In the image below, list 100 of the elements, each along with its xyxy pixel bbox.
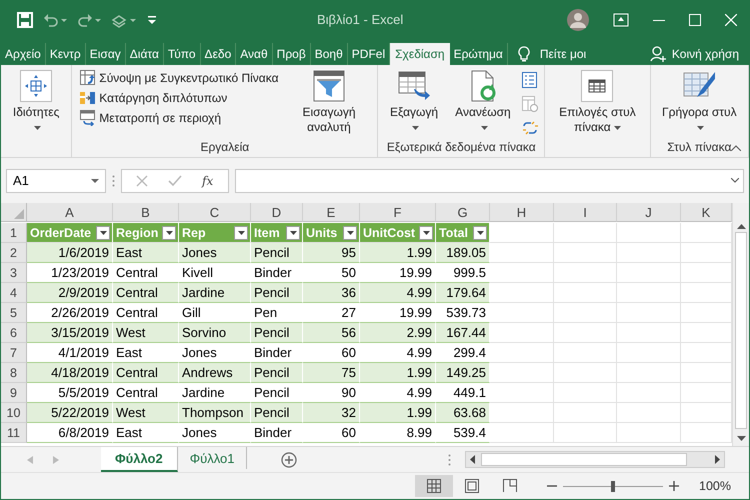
column-header[interactable]: J (617, 203, 681, 222)
grid-cell[interactable] (490, 243, 554, 263)
ribbon-button[interactable]: Εισαγωγή αναλυτή (286, 68, 372, 140)
grid-cell[interactable] (554, 283, 617, 303)
grid-cell[interactable] (554, 343, 617, 363)
ribbon-button[interactable]: Γρήγορα στυλ (656, 68, 742, 140)
ribbon-button[interactable]: Ιδιότητες (7, 68, 66, 140)
maximize-icon[interactable] (689, 14, 701, 26)
row-header[interactable]: 11 (1, 423, 27, 443)
zoom-slider[interactable] (611, 480, 616, 492)
add-sheet-icon[interactable] (281, 452, 298, 468)
row-header[interactable]: 3 (1, 263, 27, 283)
sheet-tab[interactable]: Φύλλο1 (178, 447, 248, 469)
filter-button[interactable] (286, 226, 300, 240)
scrollbar-thumb[interactable] (481, 453, 687, 466)
grid-cell[interactable] (617, 363, 681, 383)
row-header[interactable]: 7 (1, 343, 27, 363)
filter-button[interactable] (473, 226, 487, 240)
grid-cell[interactable] (554, 243, 617, 263)
grid-cell[interactable] (617, 403, 681, 423)
grid-cell[interactable] (554, 403, 617, 423)
column-header[interactable]: I (554, 203, 617, 222)
grid-cell[interactable] (617, 303, 681, 323)
close-icon[interactable] (725, 14, 737, 26)
redo-icon[interactable] (77, 12, 101, 26)
grid-cell[interactable] (554, 263, 617, 283)
ribbon-button[interactable]: Επιλογές στυλ πίνακα (551, 68, 644, 140)
row-header[interactable]: 5 (1, 303, 27, 323)
grid-cell[interactable] (617, 383, 681, 403)
grid-cell[interactable] (554, 423, 617, 443)
column-header[interactable]: E (303, 203, 360, 222)
grid-cell[interactable] (490, 323, 554, 343)
column-header[interactable]: G (436, 203, 490, 222)
ribbon-button[interactable]: Εξαγωγή (384, 68, 444, 140)
formula-input[interactable] (235, 168, 744, 192)
ribbon-display-icon[interactable] (613, 12, 629, 26)
grid-cell[interactable] (617, 243, 681, 263)
previous-sheet-icon[interactable] (27, 456, 33, 464)
customize-icon[interactable] (147, 14, 157, 24)
column-header[interactable]: A (27, 203, 113, 222)
filter-button[interactable] (96, 226, 110, 240)
expand-icon[interactable] (731, 178, 739, 183)
share-button[interactable]: Κοινή χρήση (672, 47, 739, 61)
grid-cell[interactable] (617, 223, 681, 243)
filter-button[interactable] (343, 226, 357, 240)
grid-cell[interactable] (617, 343, 681, 363)
scrollbar-thumb[interactable] (735, 232, 747, 429)
ribbon-tab[interactable]: Σχεδίαση (390, 43, 450, 65)
scroll-down-icon[interactable] (736, 435, 746, 443)
grid-cell[interactable] (490, 383, 554, 403)
sheet-tab[interactable]: Φύλλο2 (101, 447, 178, 472)
ribbon-button[interactable]: Μετατροπή σε περιοχή (78, 110, 281, 126)
scroll-up-icon[interactable] (736, 222, 746, 230)
grid-cell[interactable] (617, 263, 681, 283)
grid-cell[interactable] (554, 363, 617, 383)
zoom-in-icon[interactable] (669, 481, 680, 491)
page-break-icon[interactable] (503, 479, 518, 493)
avatar-icon[interactable] (567, 8, 589, 30)
grid-cell[interactable] (490, 283, 554, 303)
grid-cell[interactable] (554, 383, 617, 403)
insert-function-button[interactable]: fx (202, 174, 214, 188)
select-all-icon[interactable] (14, 209, 24, 219)
grid-cell[interactable] (490, 263, 554, 283)
row-header[interactable]: 8 (1, 363, 27, 383)
row-header[interactable]: 10 (1, 403, 27, 423)
ribbon-button[interactable]: Κατάργηση διπλότυπων (78, 90, 281, 106)
row-header[interactable]: 4 (1, 283, 27, 303)
table-globe-icon[interactable] (522, 96, 538, 112)
grid-cell[interactable] (554, 223, 617, 243)
page-layout-icon[interactable] (465, 479, 480, 493)
filter-button[interactable] (419, 226, 433, 240)
undo-icon[interactable] (43, 12, 67, 26)
column-header[interactable]: K (681, 203, 732, 222)
column-header[interactable]: H (490, 203, 554, 222)
grid-cell[interactable] (490, 303, 554, 323)
column-header[interactable]: C (179, 203, 251, 222)
name-box[interactable]: A1 (6, 168, 106, 192)
grid-cell[interactable] (490, 363, 554, 383)
row-header[interactable]: 1 (1, 223, 27, 243)
next-sheet-icon[interactable] (53, 456, 59, 464)
cancel-icon[interactable] (136, 174, 148, 186)
grid-cell[interactable] (490, 403, 554, 423)
grid-cell[interactable] (617, 283, 681, 303)
filter-button[interactable] (234, 226, 248, 240)
column-header[interactable]: D (251, 203, 303, 222)
grid-cell[interactable] (490, 343, 554, 363)
add-person-icon[interactable] (650, 46, 666, 62)
grid-cell[interactable] (490, 423, 554, 443)
zoom-level[interactable]: 100% (689, 479, 749, 493)
check-icon[interactable] (168, 174, 182, 186)
grid-cell[interactable] (554, 303, 617, 323)
save-icon[interactable] (17, 12, 33, 28)
filter-button[interactable] (162, 226, 176, 240)
row-header[interactable]: 2 (1, 243, 27, 263)
column-header[interactable]: F (360, 203, 436, 222)
list-icon[interactable] (522, 72, 538, 88)
broken-link-icon[interactable] (522, 120, 538, 136)
collapse-icon[interactable] (731, 145, 741, 151)
column-header[interactable]: B (113, 203, 179, 222)
row-header[interactable]: 9 (1, 383, 27, 403)
